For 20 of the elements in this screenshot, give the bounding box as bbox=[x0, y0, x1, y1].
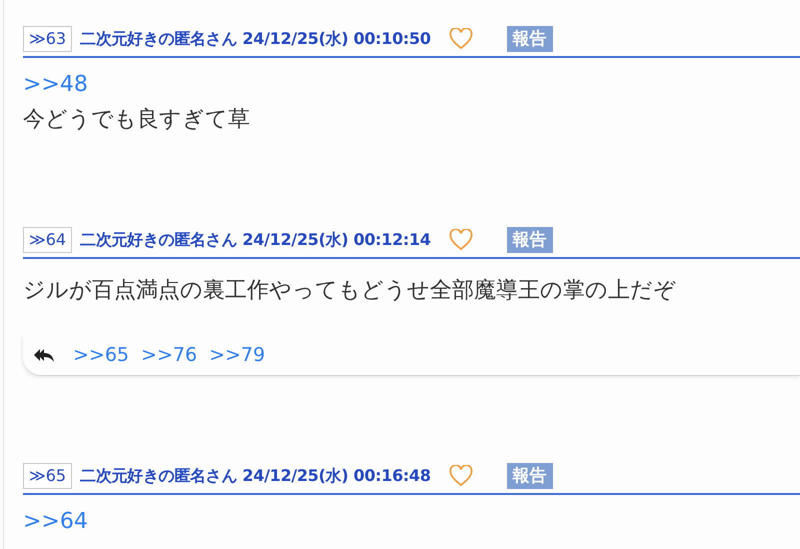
report-button[interactable]: 報告 bbox=[506, 463, 553, 489]
heart-icon[interactable] bbox=[448, 229, 473, 251]
post-author-date: 二次元好きの匿名さん 24/12/25(水) 00:16:48 bbox=[80, 466, 431, 486]
post-number[interactable]: ≫65 bbox=[23, 463, 72, 489]
reply-all-icon bbox=[33, 347, 55, 363]
reply-link[interactable]: >>65 bbox=[73, 344, 130, 366]
post-number[interactable]: ≫63 bbox=[23, 26, 72, 52]
reply-link[interactable]: >>79 bbox=[209, 344, 266, 366]
post-text: ジルが百点満点の裏工作やってもどうせ全部魔導王の掌の上だぞ bbox=[23, 277, 677, 305]
heart-icon[interactable] bbox=[448, 465, 473, 487]
post-author-date: 二次元好きの匿名さん 24/12/25(水) 00:12:14 bbox=[80, 230, 431, 250]
reply-anchor-link[interactable]: >>64 bbox=[23, 507, 88, 537]
reply-anchor-link[interactable]: >>48 bbox=[23, 70, 88, 100]
post-author-date: 二次元好きの匿名さん 24/12/25(水) 00:10:50 bbox=[80, 28, 431, 50]
post-text: 今どうでも良すぎて草 bbox=[23, 106, 251, 134]
reply-link[interactable]: >>76 bbox=[141, 344, 198, 366]
report-button[interactable]: 報告 bbox=[506, 227, 553, 253]
post-number[interactable]: ≫64 bbox=[23, 227, 72, 253]
report-button[interactable]: 報告 bbox=[506, 26, 553, 52]
heart-icon[interactable] bbox=[448, 28, 473, 50]
